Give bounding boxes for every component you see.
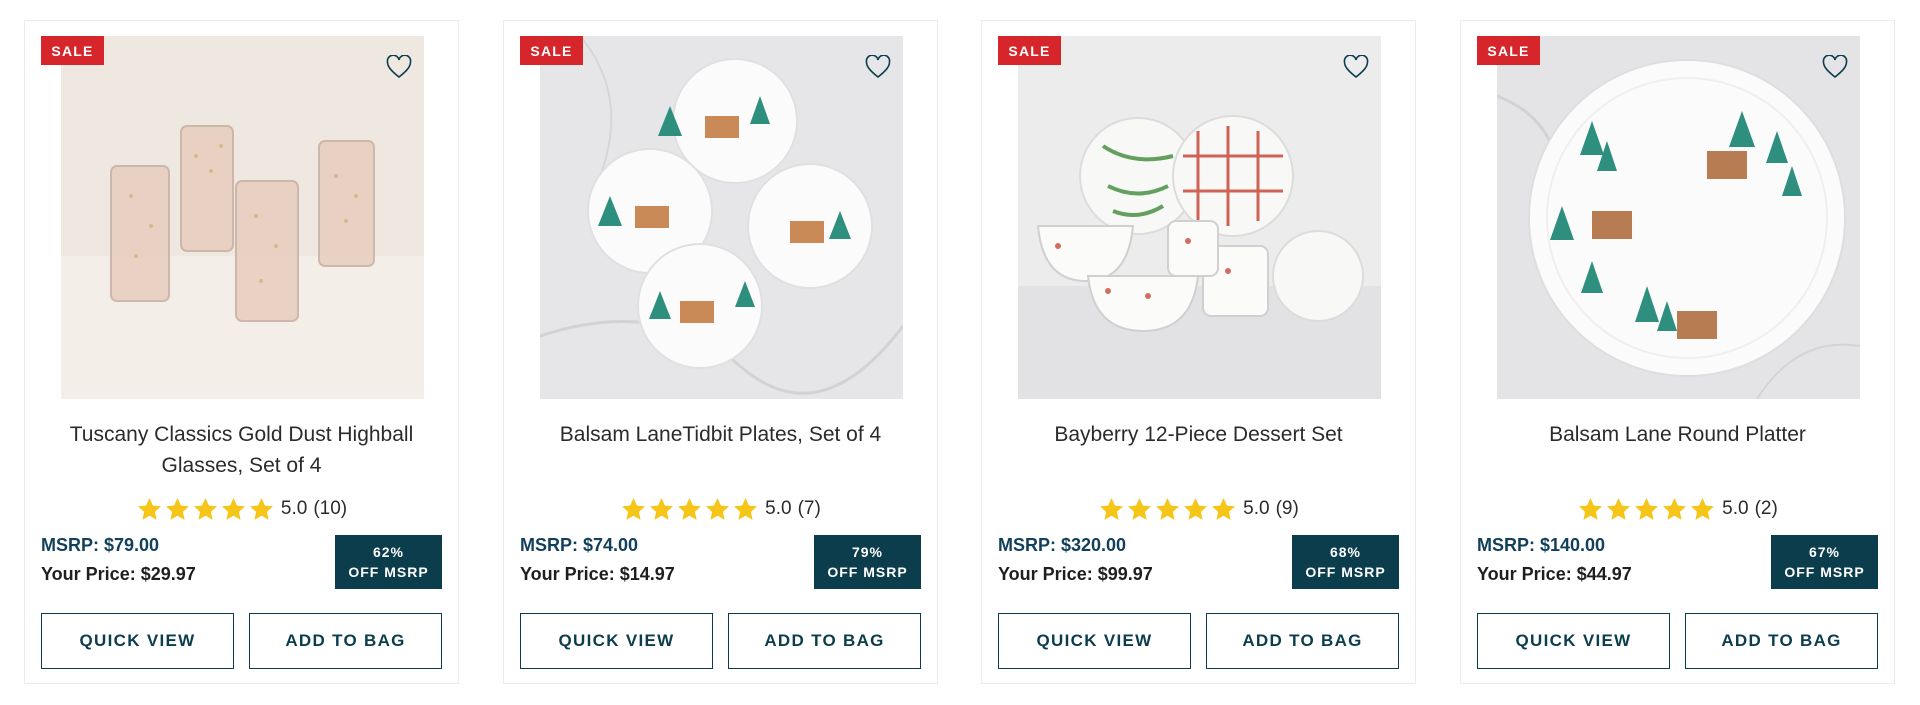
star-icon <box>1184 497 1208 520</box>
discount-percent: 62% <box>372 544 405 560</box>
dessert-set-image <box>1018 36 1381 399</box>
review-count[interactable]: (9) <box>1276 498 1299 520</box>
sale-badge: SALE <box>998 36 1061 65</box>
star-icon <box>1635 497 1659 520</box>
msrp-price: MSRP: $79.00 <box>41 535 160 555</box>
star-icon <box>1212 497 1236 520</box>
quick-view-button[interactable]: QUICK VIEW <box>41 613 234 669</box>
star-icon <box>1156 497 1180 520</box>
star-icon <box>249 497 273 520</box>
star-icon <box>1579 497 1603 520</box>
rating-score: 5.0 <box>280 498 308 519</box>
product-rating: 5.0 (2) <box>1461 493 1894 525</box>
discount-label: OFF MSRP <box>1784 564 1865 580</box>
star-icon <box>706 497 730 520</box>
product-card: SALE Tuscany Classics Gold Dust Highball… <box>24 20 459 684</box>
rating-stars <box>136 496 275 523</box>
product-name[interactable]: Tuscany Classics Gold Dust Highball Glas… <box>45 419 438 481</box>
star-icon <box>650 497 674 520</box>
sale-badge: SALE <box>520 36 583 65</box>
review-count[interactable]: (7) <box>798 498 821 520</box>
discount-badge: 62% OFF MSRP <box>335 535 442 589</box>
rating-score: 5.0 <box>1722 498 1749 519</box>
product-name[interactable]: Balsam LaneTidbit Plates, Set of 4 <box>524 419 917 450</box>
star-icon <box>734 497 758 520</box>
star-icon <box>193 497 217 520</box>
highball-glasses-image <box>61 36 424 399</box>
quick-view-button[interactable]: QUICK VIEW <box>520 613 713 669</box>
heart-outline-icon[interactable] <box>1819 51 1851 83</box>
discount-percent: 67% <box>1808 544 1841 560</box>
heart-outline-icon[interactable] <box>862 51 894 83</box>
star-icon <box>1128 497 1152 520</box>
product-name[interactable]: Balsam Lane Round Platter <box>1481 419 1874 450</box>
star-icon <box>678 497 702 520</box>
discount-label: OFF MSRP <box>1305 564 1386 580</box>
star-icon <box>165 497 189 520</box>
product-card: SALE Bayberry 12-Piece Dessert Set 5.0 (… <box>981 20 1416 684</box>
discount-percent: 79% <box>851 544 884 560</box>
product-image[interactable] <box>61 36 424 399</box>
product-image[interactable] <box>1018 36 1381 399</box>
your-price: Your Price: $14.97 <box>520 564 675 584</box>
star-icon <box>221 497 245 520</box>
msrp-price: MSRP: $74.00 <box>520 535 639 555</box>
review-count[interactable]: (10) <box>313 498 347 520</box>
sale-badge: SALE <box>1477 36 1540 65</box>
rating-stars <box>1098 496 1237 523</box>
product-image[interactable] <box>1497 36 1860 399</box>
product-rating: 5.0 (7) <box>504 493 937 525</box>
product-card: SALE Balsam Lane Round Platter 5.0 (2) M… <box>1460 20 1895 684</box>
star-icon <box>1691 497 1715 520</box>
quick-view-button[interactable]: QUICK VIEW <box>1477 613 1670 669</box>
rating-stars <box>1577 496 1716 523</box>
star-icon <box>622 497 646 520</box>
discount-badge: 79% OFF MSRP <box>814 535 921 589</box>
rating-stars <box>620 496 759 523</box>
star-icon <box>1663 497 1687 520</box>
star-icon <box>1100 497 1124 520</box>
your-price: Your Price: $99.97 <box>998 564 1153 584</box>
rating-score: 5.0 <box>765 498 792 519</box>
sale-badge: SALE <box>41 36 104 65</box>
add-to-bag-button[interactable]: ADD TO BAG <box>1685 613 1878 669</box>
star-icon <box>1607 497 1631 520</box>
your-price: Your Price: $29.97 <box>41 564 196 584</box>
star-icon <box>137 497 161 520</box>
add-to-bag-button[interactable]: ADD TO BAG <box>249 613 442 669</box>
add-to-bag-button[interactable]: ADD TO BAG <box>1206 613 1399 669</box>
product-name[interactable]: Bayberry 12-Piece Dessert Set <box>1002 419 1395 450</box>
heart-outline-icon[interactable] <box>383 51 415 83</box>
product-rating: 5.0 (9) <box>982 493 1415 525</box>
msrp-price: MSRP: $140.00 <box>1477 535 1606 555</box>
discount-badge: 67% OFF MSRP <box>1771 535 1878 589</box>
discount-label: OFF MSRP <box>348 564 429 580</box>
product-grid: SALE Tuscany Classics Gold Dust Highball… <box>0 0 1920 705</box>
heart-outline-icon[interactable] <box>1340 51 1372 83</box>
product-rating: 5.0 (10) <box>25 493 458 525</box>
review-count[interactable]: (2) <box>1755 498 1778 520</box>
discount-percent: 68% <box>1329 544 1362 560</box>
product-image[interactable] <box>540 36 903 399</box>
your-price: Your Price: $44.97 <box>1477 564 1632 584</box>
quick-view-button[interactable]: QUICK VIEW <box>998 613 1191 669</box>
rating-score: 5.0 <box>1243 498 1270 519</box>
product-card: SALE Balsam LaneTidbit Plates, Set of 4 … <box>503 20 938 684</box>
msrp-price: MSRP: $320.00 <box>998 535 1127 555</box>
tidbit-plates-image <box>540 36 903 399</box>
discount-label: OFF MSRP <box>827 564 908 580</box>
add-to-bag-button[interactable]: ADD TO BAG <box>728 613 921 669</box>
discount-badge: 68% OFF MSRP <box>1292 535 1399 589</box>
round-platter-image <box>1497 36 1860 399</box>
